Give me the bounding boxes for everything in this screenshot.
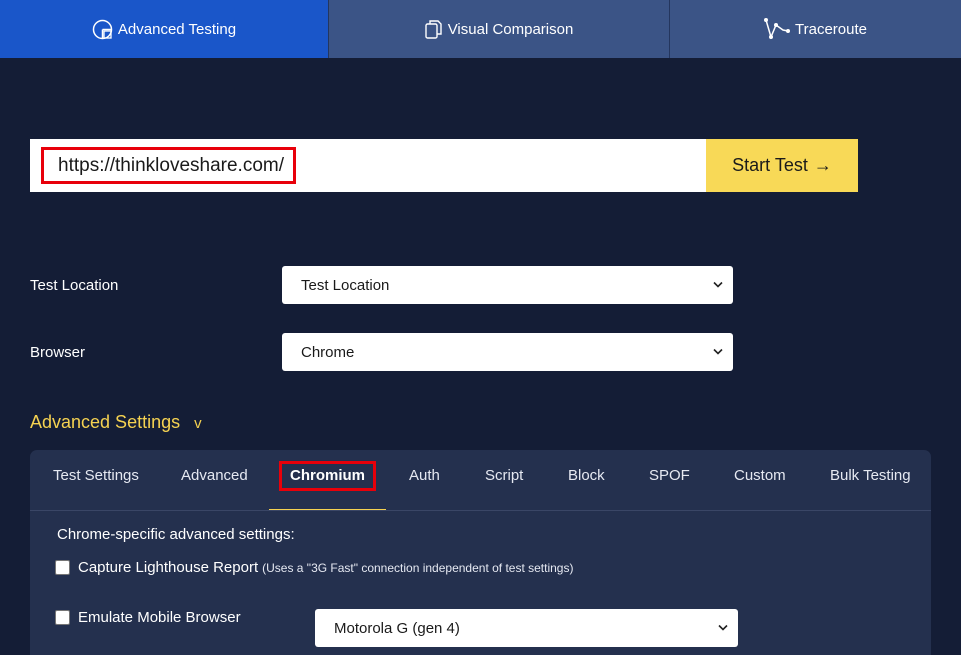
tab-traceroute[interactable]: Traceroute [669, 0, 961, 58]
browser-select[interactable]: Chrome [282, 333, 733, 371]
url-input[interactable]: https://thinkloveshare.com/ [30, 139, 706, 192]
tab-label: Advanced Testing [117, 20, 237, 38]
mobile-device-select[interactable]: Motorola G (gen 4) [315, 609, 738, 647]
subtab-test-settings[interactable]: Test Settings [53, 450, 139, 510]
tab-label: Traceroute [795, 20, 867, 38]
advanced-settings-panel: Test Settings Advanced Chromium Auth Scr… [30, 450, 931, 655]
tab-advanced-testing[interactable]: Advanced Testing [0, 0, 328, 58]
browser-value: Chrome [301, 343, 355, 361]
lighthouse-note: (Uses a "3G Fast" connection independent… [262, 560, 574, 575]
lighthouse-option: Capture Lighthouse Report (Uses a "3G Fa… [55, 559, 573, 576]
start-test-button[interactable]: Start Test → [706, 139, 858, 192]
subtab-custom[interactable]: Custom [734, 450, 786, 510]
mobile-device-value: Motorola G (gen 4) [334, 619, 460, 637]
pie-chart-icon [92, 19, 113, 40]
advanced-settings-title: Advanced Settings [30, 412, 181, 432]
settings-subtabs: Test Settings Advanced Chromium Auth Scr… [30, 450, 931, 511]
test-location-value: Test Location [301, 276, 390, 294]
subtab-advanced[interactable]: Advanced [181, 450, 248, 510]
subtab-block[interactable]: Block [568, 450, 605, 510]
chevron-down-icon [713, 348, 723, 356]
start-test-label: Start Test [732, 155, 808, 175]
test-location-select[interactable]: Test Location [282, 266, 733, 304]
subtab-chromium[interactable]: Chromium [269, 450, 386, 510]
emulate-mobile-option: Emulate Mobile Browser [55, 609, 241, 626]
emulate-mobile-label[interactable]: Emulate Mobile Browser [78, 609, 241, 626]
chromium-description: Chrome-specific advanced settings: [57, 526, 295, 543]
arrow-right-icon: → [813, 155, 832, 175]
browser-label: Browser [30, 344, 86, 361]
subtab-chromium-label: Chromium [279, 461, 376, 491]
advanced-settings-toggle[interactable]: Advanced Settings v [30, 412, 202, 433]
chevron-down-icon [718, 624, 728, 632]
test-location-label: Test Location [30, 277, 119, 294]
lighthouse-label[interactable]: Capture Lighthouse Report [78, 559, 258, 576]
subtab-script[interactable]: Script [485, 450, 523, 510]
subtab-bulk-testing[interactable]: Bulk Testing [830, 450, 911, 510]
tab-label: Visual Comparison [447, 20, 574, 38]
subtab-auth[interactable]: Auth [409, 450, 440, 510]
url-bar: https://thinkloveshare.com/ Start Test → [30, 139, 858, 192]
top-navigation: Advanced Testing Visual Comparison Trace… [0, 0, 961, 58]
network-path-icon [764, 18, 790, 40]
chevron-down-icon [713, 281, 723, 289]
subtab-spof[interactable]: SPOF [649, 450, 690, 510]
expand-toggle-icon: v [194, 415, 202, 432]
copy-docs-icon [424, 19, 443, 40]
emulate-mobile-checkbox[interactable] [55, 610, 70, 625]
lighthouse-checkbox[interactable] [55, 560, 70, 575]
tab-visual-comparison[interactable]: Visual Comparison [328, 0, 669, 58]
url-input-value[interactable]: https://thinkloveshare.com/ [41, 147, 296, 184]
